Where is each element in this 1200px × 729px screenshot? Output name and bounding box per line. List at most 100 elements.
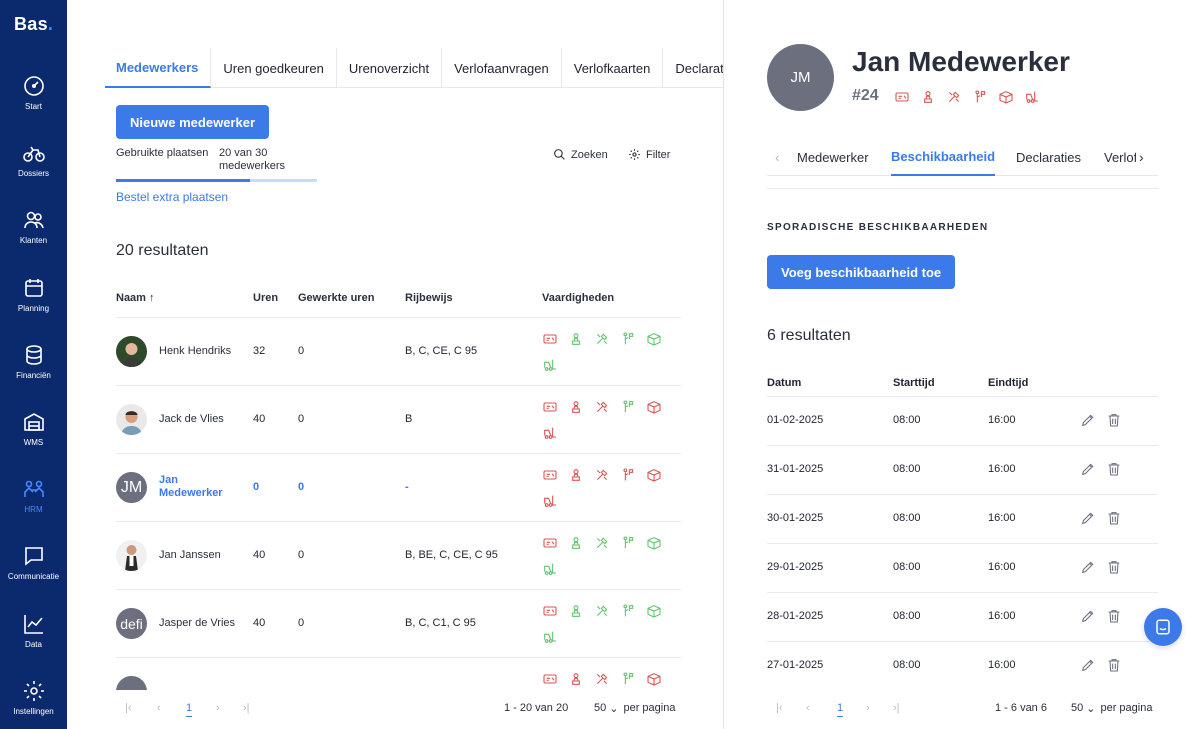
order-extra-seats-link[interactable]: Bestel extra plaatsen [116,190,228,204]
table-row[interactable]: 30-01-2025 08:00 16:00 [767,494,1158,543]
sidebar-item-planning[interactable]: Planning [0,276,67,336]
prev-page-icon[interactable]: ‹ [157,702,161,714]
next-page-icon[interactable]: › [216,702,220,714]
chat-icon [1156,619,1170,635]
sidebar-item-data[interactable]: Data [0,612,67,672]
tab-beschikbaarheid[interactable]: Beschikbaarheid [891,138,996,176]
edit-pencil-icon[interactable] [1080,510,1096,526]
first-page-icon[interactable]: |‹ [776,702,783,714]
column-gewerkte-uren[interactable]: Gewerkte uren [298,292,374,304]
people-icon [23,480,44,497]
trash-icon[interactable] [1106,461,1122,477]
flag-person-icon [620,668,646,690]
sidebar-item-financien[interactable]: Financiën [0,343,67,403]
tab-verlofkaarten[interactable]: Verlofkaarten [562,48,664,88]
column-datum[interactable]: Datum [767,377,801,389]
customers-icon [23,211,44,229]
sidebar-item-instellingen[interactable]: Instellingen [0,679,67,729]
trash-icon[interactable] [1106,510,1122,526]
column-uren[interactable]: Uren [253,292,278,304]
person-icon [920,86,946,112]
trash-icon[interactable] [1106,608,1122,624]
search-button[interactable]: Zoeken [553,148,608,161]
add-availability-button[interactable]: Voeg beschikbaarheid toe [767,255,956,289]
column-rijbewijs[interactable]: Rijbewijs [405,292,453,304]
table-row[interactable]: defi Jasper de Vries 40 0 B, C, C1, C 95 [116,589,681,657]
new-employee-button[interactable]: Nieuwe medewerker [116,105,270,139]
table-row-partial[interactable] [116,657,681,690]
column-eindtijd[interactable]: Eindtijd [988,377,1028,389]
forklift-icon [542,626,568,652]
tab-urenoverzicht[interactable]: Urenoverzicht [337,48,443,88]
last-page-icon[interactable]: ›| [893,702,900,714]
table-row[interactable]: 28-01-2025 08:00 16:00 [767,592,1158,641]
trash-icon[interactable] [1106,412,1122,428]
card-icon [542,600,568,626]
table-row[interactable]: Henk Hendriks 32 0 B, C, CE, C 95 [116,317,681,385]
skills-list [542,328,672,380]
per-page-select[interactable]: 50 ⌄ per pagina [1071,702,1152,715]
sidebar-item-dossiers[interactable]: Dossiers [0,141,67,201]
tab-verlofaanvragen[interactable]: Verlofaanvragen [442,48,562,88]
employee-uren: 40 [253,549,266,561]
availability-date: 30-01-2025 [767,512,824,524]
table-row[interactable]: 01-02-2025 08:00 16:00 [767,396,1158,445]
column-naam[interactable]: Naam ↑ [116,292,155,304]
filter-button[interactable]: Filter [628,148,670,161]
employee-gewerkte-uren: 0 [298,413,305,425]
seats-progress-bar [116,179,317,182]
table-row[interactable]: 31-01-2025 08:00 16:00 [767,445,1158,494]
sidebar-item-klanten[interactable]: Klanten [0,208,67,268]
avatar [116,540,147,571]
tab-uren-goedkeuren[interactable]: Uren goedkeuren [211,48,337,88]
employee-detail-panel: JM Jan Medewerker #24 ‹ Medewerker Besch… [724,0,1200,729]
edit-pencil-icon[interactable] [1080,657,1096,673]
sidebar-item-start[interactable]: Start [0,74,67,134]
column-starttijd[interactable]: Starttijd [893,377,935,389]
tools-icon [594,532,620,558]
availability-end: 16:00 [988,659,1016,671]
table-row-selected[interactable]: JM Jan Medewerker 0 0 - [116,453,681,521]
flag-person-icon [972,86,998,112]
table-row[interactable]: 27-01-2025 08:00 16:00 [767,641,1158,690]
sidebar-item-communicatie[interactable]: Communicatie [0,544,67,604]
per-page-select[interactable]: 50 ⌄ per pagina [594,702,675,715]
edit-pencil-icon[interactable] [1080,461,1096,477]
results-count: 20 resultaten [116,242,209,259]
support-chat-button[interactable] [1144,608,1182,646]
tab-verlof[interactable]: Verlof [1104,138,1136,176]
edit-pencil-icon[interactable] [1080,608,1096,624]
person-icon [568,464,594,490]
table-row[interactable]: Jan Janssen 40 0 B, BE, C, CE, C 95 [116,521,681,589]
page-number[interactable]: 1 [837,702,844,717]
sidebar-item-wms[interactable]: WMS [0,410,67,470]
sidebar-item-hrm[interactable]: HRM [0,477,67,537]
trash-icon[interactable] [1106,657,1122,673]
coins-icon [25,345,42,365]
edit-pencil-icon[interactable] [1080,559,1096,575]
column-vaardigheden[interactable]: Vaardigheden [542,292,614,304]
tools-icon [946,86,972,112]
sidebar-item-label: Financiën [16,371,51,380]
availability-date: 01-02-2025 [767,414,824,426]
last-page-icon[interactable]: ›| [243,702,250,714]
edit-pencil-icon[interactable] [1080,412,1096,428]
chevron-down-icon: ⌄ [609,703,619,715]
prev-page-icon[interactable]: ‹ [806,702,810,714]
tabs-next-icon[interactable]: › [1139,149,1144,165]
brand-logo[interactable]: Bas. [14,14,53,35]
page-number[interactable]: 1 [186,702,193,717]
first-page-icon[interactable]: |‹ [125,702,132,714]
tab-declaraties[interactable]: Declaraties [1016,138,1081,176]
per-page-label: per pagina [1100,702,1153,714]
bikes-icon [22,146,45,162]
trash-icon[interactable] [1106,559,1122,575]
table-row[interactable]: Jack de Vlies 40 0 B [116,385,681,453]
tab-medewerkers[interactable]: Medewerkers [105,48,212,88]
employee-list-panel: Medewerkers Uren goedkeuren Urenoverzich… [67,0,740,729]
table-row[interactable]: 29-01-2025 08:00 16:00 [767,543,1158,592]
employee-uren: 0 [253,481,260,493]
card-icon [542,328,568,354]
tab-medewerker[interactable]: Medewerker [797,138,869,176]
next-page-icon[interactable]: › [866,702,870,714]
